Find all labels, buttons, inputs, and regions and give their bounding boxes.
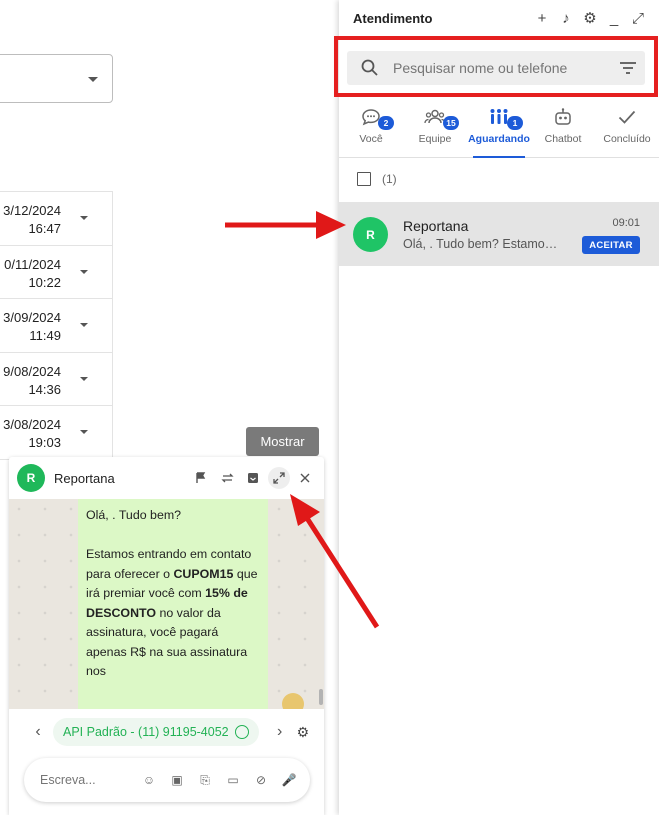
badge: 1	[507, 116, 523, 130]
select-all-checkbox[interactable]	[357, 172, 371, 186]
archive-icon[interactable]	[242, 467, 264, 489]
tab-label: Aguardando	[468, 133, 530, 145]
tab-bar: 2 Você 15 Equipe 1 Aguardando Chatbot Co…	[339, 101, 659, 158]
tab-aguardando[interactable]: 1 Aguardando	[467, 101, 531, 158]
channel-chip[interactable]: API Padrão - (11) 91195-4052	[53, 718, 259, 746]
tab-label: Chatbot	[544, 133, 582, 145]
chevron-down-icon	[88, 77, 98, 82]
minimize-icon[interactable]: _	[607, 10, 621, 27]
tab-label: Você	[359, 133, 383, 145]
expand-icon[interactable]	[268, 467, 290, 489]
add-icon[interactable]: +	[535, 10, 549, 27]
date-value: 9/08/2024	[3, 363, 61, 379]
message-input[interactable]	[38, 772, 122, 788]
chevron-left-icon[interactable]: ‹	[29, 723, 47, 741]
expand-icon[interactable]: ⤢	[631, 10, 645, 27]
time-value: 19:03	[28, 435, 61, 451]
avatar	[282, 693, 304, 709]
conversation-item[interactable]: R Reportana Olá, . Tudo bem? Estamos ent…	[339, 202, 659, 266]
show-button[interactable]: Mostrar	[246, 427, 319, 456]
chat-header: R Reportana	[9, 457, 324, 499]
chevron-down-icon[interactable]	[80, 430, 88, 435]
accept-button[interactable]: ACEITAR	[582, 236, 640, 254]
filter-icon[interactable]	[619, 61, 637, 75]
chevron-down-icon[interactable]	[80, 269, 88, 274]
quick-reply-icon[interactable]: ⎘	[198, 773, 212, 787]
date-row[interactable]: 3/12/2024 16:47	[0, 192, 112, 246]
chevron-down-icon[interactable]	[80, 376, 88, 381]
message-greeting: Olá, . Tudo bem?	[86, 508, 182, 522]
tab-label: Concluído	[603, 133, 651, 145]
avatar: R	[17, 464, 45, 492]
selection-count: (1)	[382, 172, 397, 186]
attach-icon[interactable]: ⊘	[254, 773, 268, 787]
avatar: R	[353, 217, 388, 252]
chevron-down-icon[interactable]	[80, 216, 88, 220]
date-row[interactable]: 3/08/2024 19:03	[0, 406, 112, 460]
contact-name: Reportana	[54, 470, 115, 486]
arrow-to-conversation	[225, 211, 346, 239]
filter-dropdown[interactable]	[0, 54, 113, 103]
channel-label: API Padrão - (11) 91195-4052	[63, 725, 229, 739]
conversation-time: 09:01	[612, 217, 640, 229]
microphone-icon[interactable]: 🎤	[282, 773, 297, 787]
chat-messages[interactable]: Olá, . Tudo bem? Estamos entrando em con…	[9, 499, 324, 709]
panel-title: Atendimento	[353, 10, 433, 26]
tab-label: Equipe	[418, 133, 452, 145]
conversation-preview: Olá, . Tudo bem? Estamos entrando em con…	[403, 237, 563, 251]
date-value: 3/12/2024	[3, 203, 61, 218]
panel-header: Atendimento + ♪ ⚙ _ ⤢	[339, 0, 659, 36]
chevron-down-icon[interactable]	[80, 323, 88, 328]
conversation-name: Reportana	[403, 218, 469, 234]
check-icon	[616, 107, 638, 127]
tab-concluido[interactable]: Concluído	[595, 101, 659, 157]
time-value: 11:49	[29, 328, 61, 344]
search-box	[347, 51, 645, 85]
search-highlight	[334, 36, 658, 97]
time-value: 14:36	[28, 381, 61, 397]
date-row[interactable]: 0/11/2024 10:22	[0, 246, 112, 300]
transfer-icon[interactable]	[216, 467, 238, 489]
close-icon[interactable]	[294, 467, 316, 489]
search-input[interactable]	[391, 59, 619, 77]
attendance-panel: Atendimento + ♪ ⚙ _ ⤢ 2 Você 15	[334, 0, 659, 815]
channel-selector: ‹ API Padrão - (11) 91195-4052 › ⚙	[9, 714, 324, 750]
search-icon	[361, 59, 378, 76]
scrollbar[interactable]	[319, 689, 323, 705]
chat-widget: R Reportana Olá, . Tudo bem? Estamos ent…	[9, 457, 324, 815]
time-value: 16:47	[28, 221, 61, 236]
time-value: 10:22	[28, 274, 61, 290]
gear-icon[interactable]: ⚙	[583, 9, 597, 27]
flag-icon[interactable]	[190, 467, 212, 489]
tab-chatbot[interactable]: Chatbot	[531, 101, 595, 157]
badge: 2	[378, 116, 394, 130]
message-composer: ☺ ▣ ⎘ ▭ ⊘ 🎤	[24, 758, 310, 802]
select-all-row: (1)	[357, 172, 397, 186]
robot-icon	[552, 107, 574, 127]
date-value: 0/11/2024	[4, 256, 61, 272]
whatsapp-icon	[234, 725, 249, 739]
tab-voce[interactable]: 2 Você	[339, 101, 403, 157]
date-list: 3/12/2024 16:47 0/11/2024 10:22 3/09/202…	[0, 191, 113, 461]
image-icon[interactable]: ▭	[226, 773, 240, 787]
message-body: Estamos entrando em contato para oferece…	[86, 547, 258, 678]
date-row[interactable]: 3/09/2024 11:49	[0, 299, 112, 353]
date-value: 3/08/2024	[3, 417, 61, 433]
music-note-icon[interactable]: ♪	[559, 10, 573, 27]
gear-icon[interactable]: ⚙	[297, 724, 310, 741]
emoji-icon[interactable]: ☺	[142, 773, 156, 787]
chevron-right-icon[interactable]: ›	[271, 723, 289, 741]
tab-equipe[interactable]: 15 Equipe	[403, 101, 467, 157]
badge: 15	[443, 116, 459, 130]
message-bubble: Olá, . Tudo bem? Estamos entrando em con…	[78, 499, 268, 709]
date-row[interactable]: 9/08/2024 14:36	[0, 353, 112, 407]
sticker-icon[interactable]: ▣	[170, 773, 184, 787]
date-value: 3/09/2024	[3, 310, 61, 326]
